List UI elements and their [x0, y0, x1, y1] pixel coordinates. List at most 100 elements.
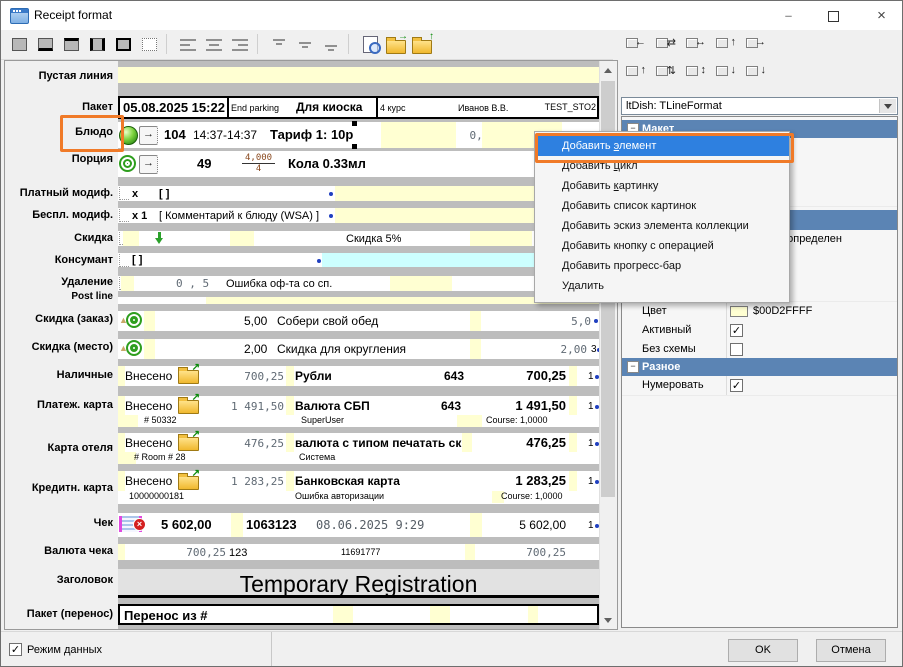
scroll-down-icon[interactable]: [600, 612, 616, 628]
border-dotted-button[interactable]: [137, 33, 161, 56]
package-text: 4 курс: [380, 104, 405, 114]
arrange-stretch-v-button[interactable]: ↕: [683, 62, 707, 83]
order-discount-row[interactable]: 5,00Собери свой обед5,0: [118, 311, 599, 331]
minimize-button[interactable]: –: [766, 1, 811, 30]
chevron-down-icon[interactable]: [879, 99, 896, 113]
arrange-swap-h-button[interactable]: ⇄: [653, 34, 677, 55]
quantity-fraction: 4,0004: [242, 153, 275, 174]
maximize-button[interactable]: [811, 1, 856, 30]
discount-row[interactable]: Скидка 5%: [118, 231, 599, 246]
empty-cell: [457, 415, 482, 427]
grid-row[interactable]: Нумеровать✓: [622, 376, 897, 396]
empty-cell: [286, 433, 294, 452]
credit-card-row[interactable]: Внесено1 283,25Банковская карта1 283,251…: [118, 471, 599, 504]
row-label: Скидка (место): [4, 340, 113, 354]
package-row[interactable]: 05.08.2025 15:22End parkingДля киоска4 к…: [118, 96, 599, 119]
header-line-row[interactable]: Temporary Registration: [118, 569, 599, 598]
row-label: Пакет: [4, 100, 113, 114]
align-center-button[interactable]: [202, 33, 226, 56]
empty-cell: [118, 396, 125, 415]
free-modifier-text: x 1: [132, 210, 147, 222]
payment-card-text: # 50332: [144, 416, 177, 426]
cash-text: 1: [588, 371, 594, 382]
consumer-row[interactable]: [ ]: [118, 253, 599, 267]
data-mode-label: Режим данных: [27, 644, 102, 656]
grid-section-header[interactable]: Разное: [622, 358, 897, 376]
empty-cell: [470, 231, 532, 246]
border-bottom-button[interactable]: [33, 33, 57, 56]
footer-bar: ✓ Режим данных OK Отмена: [1, 631, 902, 667]
deletion-row[interactable]: 0 , 5Ошибка оф-та со сп.: [118, 276, 599, 291]
free-modifier-row[interactable]: x 1[ Комментарий к блюду (WSA) ]: [118, 208, 599, 223]
data-mode-checkbox[interactable]: ✓: [9, 643, 22, 656]
align-left-button[interactable]: [176, 33, 200, 56]
context-menu-item[interactable]: Добавить список картинок: [535, 196, 789, 216]
check-row[interactable]: 5 602,00106312308.06.2025 9:295 602,001: [118, 513, 599, 537]
arrange-up-button[interactable]: ↑: [623, 62, 647, 83]
border-top-button[interactable]: [59, 33, 83, 56]
property-checkbox[interactable]: [730, 343, 743, 356]
folder-import-button[interactable]: [410, 33, 434, 56]
align-right-button[interactable]: [228, 33, 252, 56]
blank-line-row[interactable]: [118, 67, 599, 83]
arrange-space-h-button[interactable]: ↑: [713, 34, 737, 55]
align-center-icon: [206, 39, 222, 51]
ok-button[interactable]: OK: [728, 639, 798, 662]
empty-cell: [528, 606, 538, 623]
context-menu-item[interactable]: Удалить: [535, 276, 789, 296]
package-wrap-row[interactable]: Перенос из #: [118, 604, 599, 625]
context-menu-item[interactable]: Добавить картинку: [535, 176, 789, 196]
toolbar-separator: [348, 34, 349, 54]
grid-row[interactable]: Без схемы: [622, 340, 897, 359]
border-full-button[interactable]: [111, 33, 135, 56]
cancel-button[interactable]: Отмена: [816, 639, 886, 662]
context-menu-item[interactable]: Добавить эскиз элемента коллекции: [535, 216, 789, 236]
context-menu-item[interactable]: Добавить прогресс-бар: [535, 256, 789, 276]
empty-cell: [118, 433, 125, 452]
credit-card-text: Банковская карта: [295, 475, 400, 488]
row-label: Карта отеля: [4, 441, 113, 455]
folder-export-button[interactable]: [384, 33, 408, 56]
property-checkbox[interactable]: ✓: [730, 379, 743, 392]
scroll-up-icon[interactable]: [600, 62, 616, 78]
arrange-down-button[interactable]: ↓: [743, 62, 767, 83]
context-menu-item[interactable]: Добавить кнопку с операцией: [535, 236, 789, 256]
post-line-row[interactable]: [118, 297, 599, 304]
empty-cell: [381, 122, 456, 148]
valign-bottom-icon: [323, 38, 339, 52]
arrange-space-v-button[interactable]: ↓: [713, 62, 737, 83]
selection-handle[interactable]: [352, 121, 357, 126]
arrange-left-button[interactable]: ←: [623, 34, 647, 55]
place-discount-row[interactable]: 2,00Скидка для округления2,003: [118, 339, 599, 359]
border-sides-button[interactable]: [85, 33, 109, 56]
paid-modifier-row[interactable]: x[ ]: [118, 186, 599, 201]
border-flat-button[interactable]: [7, 33, 31, 56]
portion-row[interactable]: 494,0004Кола 0.33мл: [118, 151, 599, 177]
hotel-card-row[interactable]: Внесено476,25валюта с типом печатать ск4…: [118, 433, 599, 464]
cash-text: Внесено: [125, 370, 172, 383]
dish-row[interactable]: 10414:37-14:37Тариф 1: 10р0,00: [118, 122, 599, 148]
arrange-stretch-h-button[interactable]: ↔: [683, 34, 707, 55]
close-button[interactable]: ×: [859, 1, 903, 30]
object-selector[interactable]: ltDish: TLineFormat: [621, 97, 898, 115]
valign-top-button[interactable]: [267, 33, 291, 56]
context-menu-item[interactable]: Добавить элемент: [535, 136, 789, 156]
arrange-right-button[interactable]: →: [743, 34, 767, 55]
grid-row[interactable]: Цвет$00D2FFFF: [622, 302, 897, 322]
context-menu-item[interactable]: Добавить цикл: [535, 156, 789, 176]
package-wrap-text: Перенос из #: [124, 609, 208, 623]
valign-middle-button[interactable]: [293, 33, 317, 56]
check-currency-row[interactable]: 700,2512311691777700,25: [118, 544, 599, 560]
valign-bottom-button[interactable]: [319, 33, 343, 56]
selection-handle[interactable]: [352, 144, 357, 149]
cash-row[interactable]: Внесено700,25Рубли643700,251: [118, 366, 599, 386]
grid-row[interactable]: Активный✓: [622, 321, 897, 341]
arrange-swap-v-button[interactable]: ⇅: [653, 62, 677, 83]
order-discount-text: 5,0: [558, 316, 591, 328]
property-checkbox[interactable]: ✓: [730, 324, 743, 337]
preview-button[interactable]: [358, 33, 382, 56]
hotel-card-text: 1: [588, 438, 594, 449]
property-value[interactable]: $00D2FFFF: [753, 305, 812, 317]
payment-card-row[interactable]: Внесено1 491,50Валюта СБП6431 491,501# 5…: [118, 396, 599, 427]
row-label: Пакет (перенос): [4, 607, 113, 621]
